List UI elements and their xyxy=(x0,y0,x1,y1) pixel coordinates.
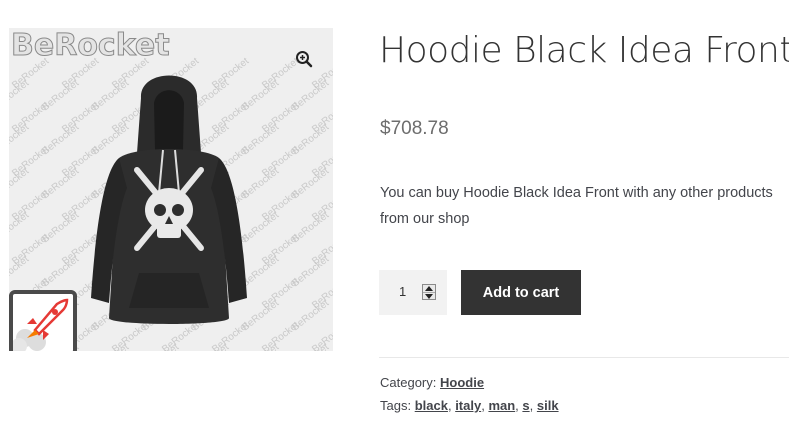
product-tags: Tags: black, italy, man, s, silk xyxy=(380,398,559,413)
tag-link[interactable]: black xyxy=(415,398,448,413)
tag-link[interactable]: man xyxy=(488,398,515,413)
product-category: Category: Hoodie xyxy=(380,375,484,390)
zoom-button[interactable] xyxy=(293,48,315,70)
magnifier-plus-icon xyxy=(296,51,313,68)
product-title: Hoodie Black Idea Front xyxy=(379,30,789,71)
quantity-stepper[interactable] xyxy=(422,284,436,300)
stepper-up[interactable] xyxy=(423,285,435,292)
quantity-field[interactable]: 1 xyxy=(379,270,447,315)
quantity-value[interactable]: 1 xyxy=(399,284,406,299)
divider xyxy=(379,357,789,358)
stepper-down[interactable] xyxy=(423,292,435,300)
watermark-text: BeRocket xyxy=(260,319,302,351)
gallery-thumbnail[interactable] xyxy=(9,290,77,351)
add-to-cart-button[interactable]: Add to cart xyxy=(461,270,581,315)
tag-link[interactable]: s xyxy=(522,398,529,413)
caret-down-icon xyxy=(425,294,433,299)
product-description: You can buy Hoodie Black Idea Front with… xyxy=(380,185,773,227)
caret-up-icon xyxy=(425,286,433,291)
product-price: $708.78 xyxy=(380,118,449,139)
category-label: Category: xyxy=(380,375,437,390)
product-gallery: BeRocket BeRocket BeRocket BeRocket BeRocket… xyxy=(9,28,333,351)
tag-link[interactable]: silk xyxy=(537,398,559,413)
product-image[interactable] xyxy=(79,58,259,348)
tags-label: Tags: xyxy=(380,398,412,413)
tag-link[interactable]: italy xyxy=(455,398,481,413)
category-link[interactable]: Hoodie xyxy=(440,375,484,390)
rocket-icon xyxy=(13,298,69,351)
